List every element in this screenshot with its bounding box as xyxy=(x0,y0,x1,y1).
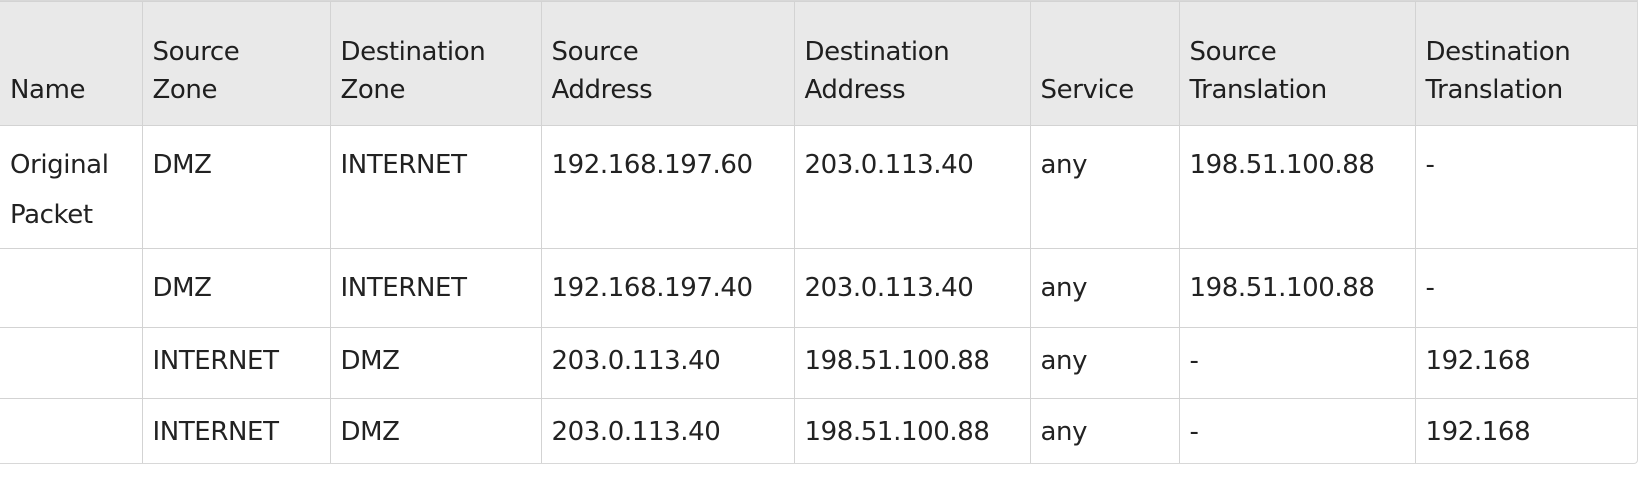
cell-destination-zone: DMZ xyxy=(329,327,542,399)
cell-service: any xyxy=(1029,398,1180,463)
cell-source-address: 203.0.113.40 xyxy=(540,398,795,463)
cell-destination-address: 203.0.113.40 xyxy=(793,248,1031,328)
column-header-destination-address: Destination Address xyxy=(793,1,1031,126)
column-header-source-translation: Source Translation xyxy=(1178,1,1416,126)
column-header-name: Name xyxy=(0,1,143,126)
cell-source-address: 192.168.197.40 xyxy=(540,248,795,328)
table-header-row: Name Source Zone Destination Zone Source Ad… xyxy=(0,1,1637,126)
column-header-source-address: Source Address xyxy=(540,1,795,126)
cell-source-translation: - xyxy=(1178,398,1416,463)
cell-source-address: 203.0.113.40 xyxy=(540,327,795,399)
cell-source-address: 192.168.197.60 xyxy=(540,125,795,249)
cell-name xyxy=(0,398,143,463)
cell-service: any xyxy=(1029,248,1180,328)
column-header-service: Service xyxy=(1029,1,1180,126)
cell-source-zone: INTERNET xyxy=(141,398,331,463)
cell-destination-address: 198.51.100.88 xyxy=(793,398,1031,463)
cell-destination-address: 203.0.113.40 xyxy=(793,125,1031,249)
cell-name: Original Packet xyxy=(0,125,143,249)
cell-destination-zone: INTERNET xyxy=(329,248,542,328)
cell-source-translation: 198.51.100.88 xyxy=(1178,125,1416,249)
table-row: INTERNET DMZ 203.0.113.40 198.51.100.88 … xyxy=(0,398,1637,463)
cell-source-zone: DMZ xyxy=(141,248,331,328)
table-row: INTERNET DMZ 203.0.113.40 198.51.100.88 … xyxy=(0,327,1637,399)
table-row: Original Packet DMZ INTERNET 192.168.197… xyxy=(0,125,1637,249)
cell-name xyxy=(0,327,143,399)
cell-source-zone: DMZ xyxy=(141,125,331,249)
cell-destination-zone: INTERNET xyxy=(329,125,542,249)
nat-table-container: Name Source Zone Destination Zone Source Ad… xyxy=(0,0,1638,464)
cell-source-zone: INTERNET xyxy=(141,327,331,399)
cell-destination-translation: - xyxy=(1414,248,1637,328)
cell-destination-address: 198.51.100.88 xyxy=(793,327,1031,399)
column-header-destination-zone: Destination Zone xyxy=(329,1,542,126)
cell-destination-translation: - xyxy=(1414,125,1637,249)
column-header-source-zone: Source Zone xyxy=(141,1,331,126)
table-row: DMZ INTERNET 192.168.197.40 203.0.113.40… xyxy=(0,248,1637,328)
cell-destination-translation: 192.168 xyxy=(1414,398,1637,463)
nat-rule-table: Name Source Zone Destination Zone Source Ad… xyxy=(0,1,1637,463)
cell-destination-translation: 192.168 xyxy=(1414,327,1637,399)
cell-source-translation: 198.51.100.88 xyxy=(1178,248,1416,328)
cell-destination-zone: DMZ xyxy=(329,398,542,463)
column-header-destination-translation: Destination Translation xyxy=(1414,1,1637,126)
cell-source-translation: - xyxy=(1178,327,1416,399)
cell-service: any xyxy=(1029,125,1180,249)
cell-name xyxy=(0,248,143,328)
cell-service: any xyxy=(1029,327,1180,399)
